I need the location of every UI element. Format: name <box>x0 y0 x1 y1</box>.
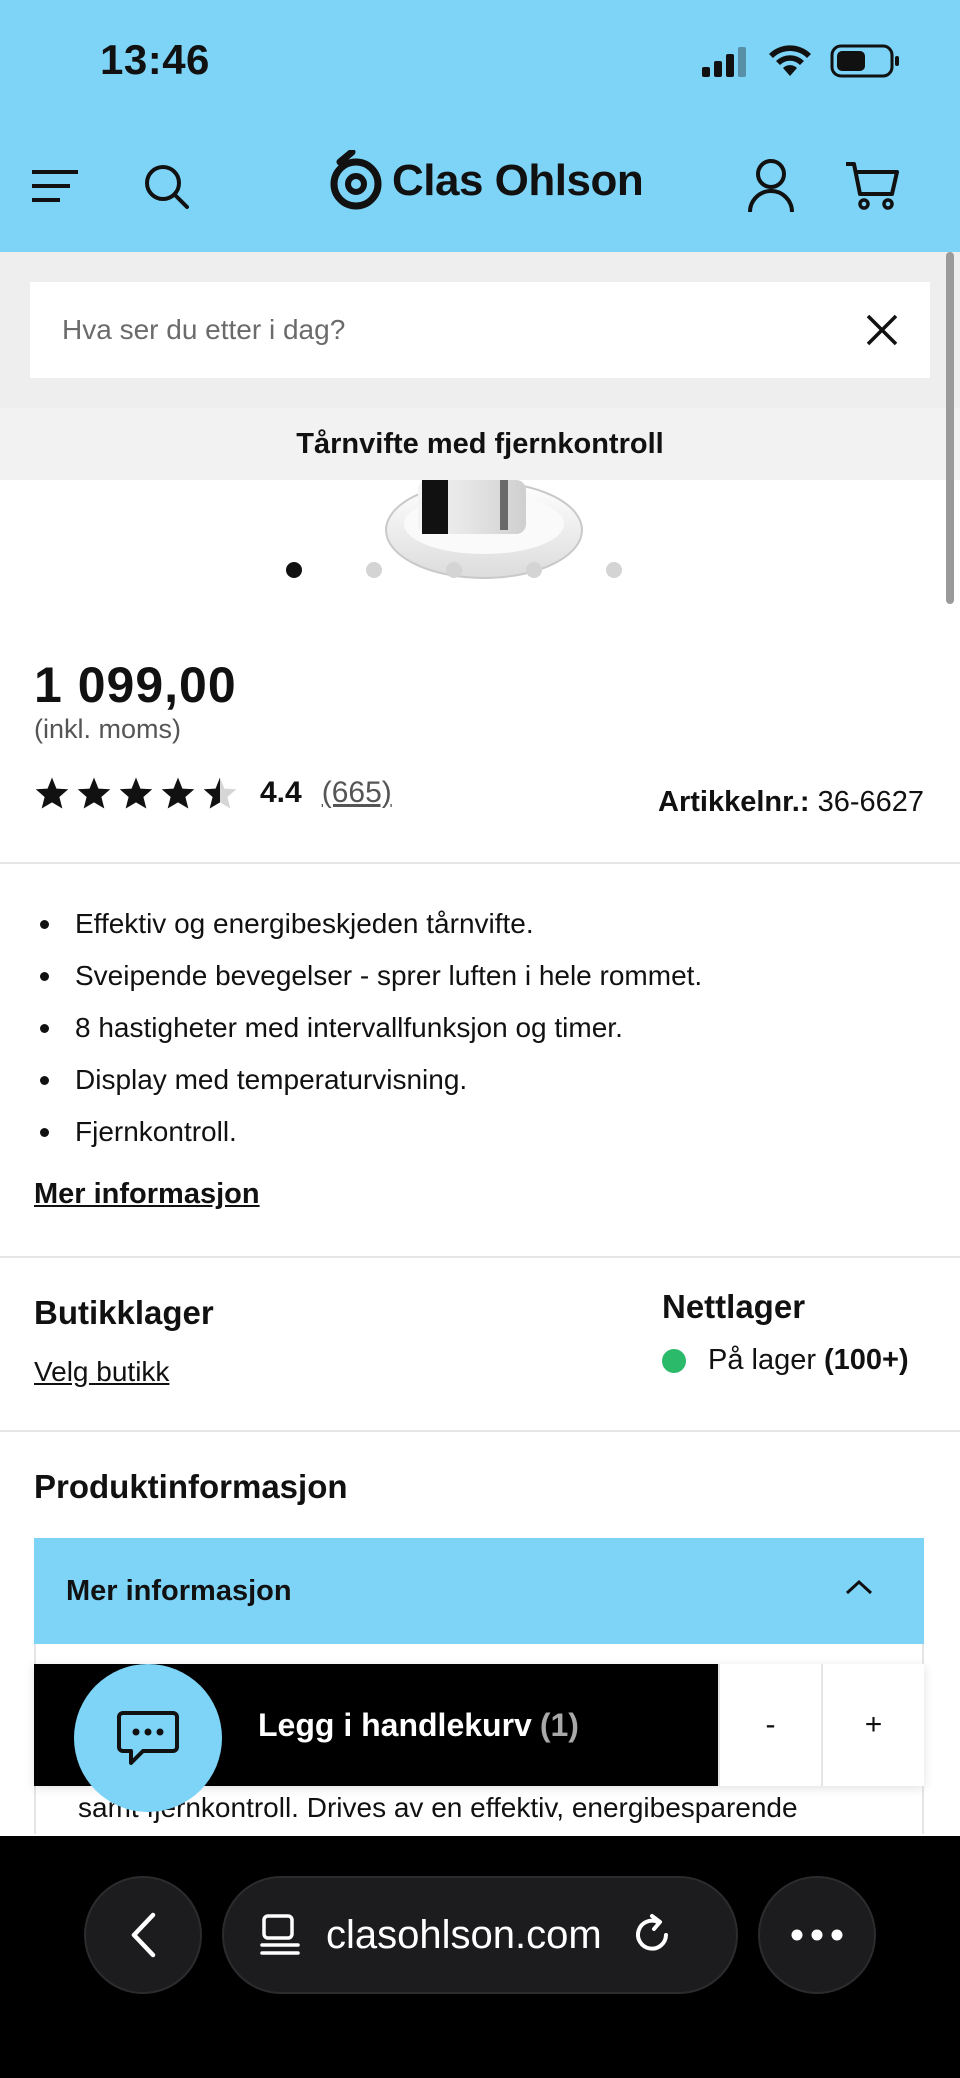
feature-item: Display med temperaturvisning. <box>34 1054 702 1106</box>
divider <box>0 862 960 864</box>
chat-icon <box>117 1711 179 1765</box>
battery-icon <box>830 44 899 78</box>
accordion-label: Mer informasjon <box>66 1574 292 1607</box>
carousel-dot-1[interactable] <box>286 562 302 578</box>
divider <box>0 1430 960 1432</box>
browser-more-button[interactable] <box>758 1876 876 1994</box>
more-info-accordion-header[interactable]: Mer informasjon <box>34 1538 924 1644</box>
search-icon <box>145 165 189 209</box>
feature-list: Effektiv og energibeskjeden tårnvifte. S… <box>34 898 702 1158</box>
carousel-dot-2[interactable] <box>366 562 382 578</box>
in-stock-indicator <box>662 1348 686 1373</box>
address-bar[interactable]: clasohlson.com <box>222 1876 738 1994</box>
web-stock-count: (100+) <box>824 1344 909 1376</box>
more-icon <box>791 1929 843 1941</box>
carousel-dot-3[interactable] <box>446 562 462 578</box>
browser-toolbar: clasohlson.com <box>0 1836 960 2078</box>
star-icon <box>35 777 69 809</box>
chevron-left-icon <box>131 1912 156 1958</box>
rating: 4.4 (665) <box>34 776 392 810</box>
product-image-carousel[interactable] <box>0 480 960 600</box>
status-bar: 13:46 <box>0 0 960 120</box>
address-bar-url: clasohlson.com <box>326 1912 602 1957</box>
logo[interactable]: Clas Ohlson <box>330 150 644 212</box>
more-info-link[interactable]: Mer informasjon <box>34 1178 260 1211</box>
choose-store-link[interactable]: Velg butikk <box>34 1356 169 1388</box>
browser-back-button[interactable] <box>84 1876 202 1994</box>
scrollbar[interactable] <box>946 252 954 604</box>
article-number: Artikkelnr.: 36-6627 <box>658 786 924 819</box>
status-time: 13:46 <box>100 36 210 83</box>
divider <box>0 1256 960 1258</box>
chevron-up-icon <box>845 1579 873 1595</box>
menu-button[interactable] <box>30 164 80 208</box>
star-icon <box>77 777 111 809</box>
search-band <box>0 252 960 408</box>
reload-icon[interactable] <box>630 1913 674 1957</box>
signal-icon <box>702 47 746 77</box>
product-title-banner: Tårnvifte med fjernkontroll <box>0 408 960 480</box>
cart-button[interactable] <box>844 160 900 212</box>
star-icon <box>161 777 195 809</box>
search-input[interactable] <box>62 314 822 346</box>
rating-count-link[interactable]: (665) <box>322 776 392 810</box>
article-value: 36-6627 <box>817 786 924 818</box>
product-image <box>385 480 583 579</box>
app-header: Clas Ohlson <box>0 120 960 252</box>
product-info-title: Produktinformasjon <box>34 1468 348 1505</box>
article-label: Artikkelnr.: <box>658 786 810 818</box>
tabs-icon <box>260 1914 300 1955</box>
accordion-body-text: samt fjernkontroll. Drives av en effekti… <box>78 1792 798 1823</box>
star-icon <box>119 777 153 809</box>
hamburger-icon <box>32 170 78 202</box>
feature-item: Fjernkontroll. <box>34 1106 702 1158</box>
cart-icon <box>846 162 899 210</box>
quantity-increase-button[interactable]: + <box>821 1664 924 1786</box>
cart-quantity: (1) <box>539 1706 579 1743</box>
rating-stars <box>34 776 238 810</box>
store-stock-title: Butikklager <box>34 1294 214 1331</box>
wifi-icon <box>769 45 811 76</box>
web-stock-title: Nettlager <box>662 1288 806 1325</box>
web-stock-status: På lager (100+) <box>662 1344 909 1377</box>
carousel-dot-5[interactable] <box>606 562 622 578</box>
product-price: 1 099,00 <box>34 657 237 713</box>
clas-ohlson-logo-icon <box>330 150 382 210</box>
vat-note: (inkl. moms) <box>34 714 181 744</box>
add-to-cart-label: Legg i handlekurv <box>258 1706 532 1743</box>
chat-button[interactable] <box>74 1664 222 1812</box>
logo-text: Clas Ohlson <box>392 156 644 205</box>
star-half-icon <box>203 777 237 809</box>
search-button[interactable] <box>142 162 192 212</box>
carousel-dot-4[interactable] <box>526 562 542 578</box>
close-icon[interactable] <box>864 312 900 348</box>
search-box <box>30 282 930 378</box>
rating-value: 4.4 <box>260 776 302 809</box>
account-button[interactable] <box>746 158 796 214</box>
carousel-dots <box>286 562 622 578</box>
user-icon <box>748 159 794 213</box>
status-icons <box>700 44 900 78</box>
feature-item: 8 hastigheter med intervallfunksjon og t… <box>34 1002 702 1054</box>
quantity-decrease-button[interactable]: - <box>718 1664 821 1786</box>
web-stock-label: På lager <box>708 1344 817 1376</box>
feature-item: Effektiv og energibeskjeden tårnvifte. <box>34 898 702 950</box>
feature-item: Sveipende bevegelser - sprer luften i he… <box>34 950 702 1002</box>
